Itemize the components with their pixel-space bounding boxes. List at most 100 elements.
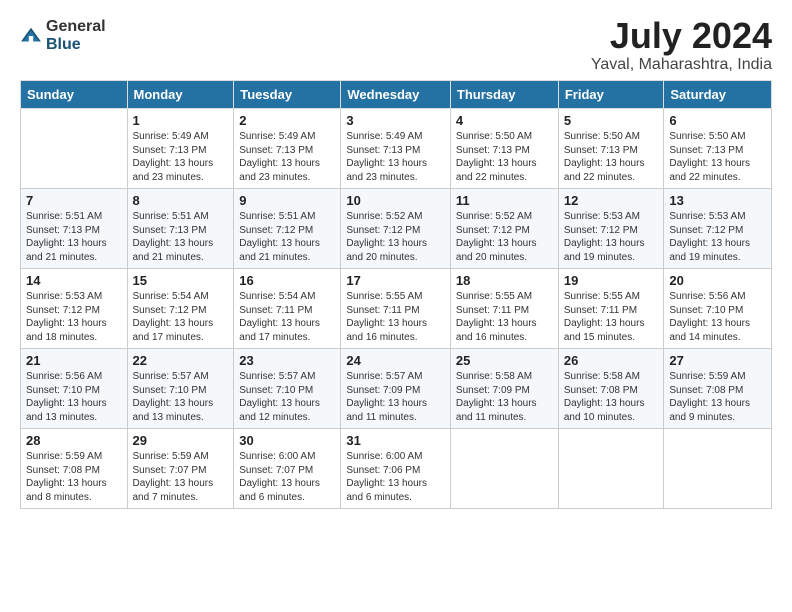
week-row-3: 14 Sunrise: 5:53 AM Sunset: 7:12 PM Dayli… bbox=[21, 269, 772, 349]
calendar-cell-w1-d6: 5 Sunrise: 5:50 AM Sunset: 7:13 PM Daylig… bbox=[558, 109, 664, 189]
day-info: Sunrise: 5:52 AM Sunset: 7:12 PM Dayligh… bbox=[456, 210, 553, 264]
header-wednesday: Wednesday bbox=[341, 81, 451, 109]
day-number: 27 bbox=[669, 353, 766, 368]
weekday-header-row: Sunday Monday Tuesday Wednesday Thursday… bbox=[21, 81, 772, 109]
day-number: 22 bbox=[133, 353, 229, 368]
week-row-5: 28Sunrise: 5:59 AM Sunset: 7:08 PM Dayli… bbox=[21, 429, 772, 509]
day-number: 26 bbox=[564, 353, 659, 368]
calendar-cell-w4-d3: 23 Sunrise: 5:57 AM Sunset: 7:10 PM Dayli… bbox=[234, 349, 341, 429]
day-info: Sunrise: 5:50 AM Sunset: 7:13 PM Dayligh… bbox=[456, 130, 553, 184]
day-info: Sunrise: 5:55 AM Sunset: 7:11 PM Dayligh… bbox=[564, 290, 659, 344]
day-number: 3 bbox=[346, 113, 445, 128]
day-info: Sunrise: 5:49 AM Sunset: 7:13 PM Dayligh… bbox=[133, 130, 229, 184]
calendar-cell-w2-d7: 13 Sunrise: 5:53 AM Sunset: 7:12 PM Dayli… bbox=[664, 189, 772, 269]
header: General Blue July 2024 Yaval, Maharashtr… bbox=[20, 18, 772, 74]
calendar-cell-w3-d6: 19 Sunrise: 5:55 AM Sunset: 7:11 PM Dayli… bbox=[558, 269, 664, 349]
day-info: Sunrise: 5:57 AM Sunset: 7:10 PM Dayligh… bbox=[133, 370, 229, 424]
calendar-cell-w4-d1: 21 Sunrise: 5:56 AM Sunset: 7:10 PM Dayli… bbox=[21, 349, 128, 429]
day-info: Sunrise: 5:57 AM Sunset: 7:10 PM Dayligh… bbox=[239, 370, 335, 424]
day-info: Sunrise: 5:56 AM Sunset: 7:10 PM Dayligh… bbox=[26, 370, 122, 424]
day-info: Sunrise: 5:53 AM Sunset: 7:12 PM Dayligh… bbox=[564, 210, 659, 264]
calendar-cell-w3-d3: 16 Sunrise: 5:54 AM Sunset: 7:11 PM Dayli… bbox=[234, 269, 341, 349]
day-number: 13 bbox=[669, 193, 766, 208]
header-thursday: Thursday bbox=[450, 81, 558, 109]
location-subtitle: Yaval, Maharashtra, India bbox=[591, 56, 772, 74]
header-sunday: Sunday bbox=[21, 81, 128, 109]
day-number: 11 bbox=[456, 193, 553, 208]
calendar-cell-w5-d4: 31Sunrise: 6:00 AM Sunset: 7:06 PM Dayli… bbox=[341, 429, 451, 509]
day-info: Sunrise: 5:54 AM Sunset: 7:12 PM Dayligh… bbox=[133, 290, 229, 344]
day-number: 14 bbox=[26, 273, 122, 288]
calendar-cell-w3-d5: 18 Sunrise: 5:55 AM Sunset: 7:11 PM Dayli… bbox=[450, 269, 558, 349]
day-info: Sunrise: 5:53 AM Sunset: 7:12 PM Dayligh… bbox=[26, 290, 122, 344]
day-number: 12 bbox=[564, 193, 659, 208]
calendar-cell-w3-d7: 20Sunrise: 5:56 AM Sunset: 7:10 PM Dayli… bbox=[664, 269, 772, 349]
day-number: 6 bbox=[669, 113, 766, 128]
calendar-cell-w1-d1 bbox=[21, 109, 128, 189]
calendar-cell-w3-d4: 17 Sunrise: 5:55 AM Sunset: 7:11 PM Dayli… bbox=[341, 269, 451, 349]
day-number: 8 bbox=[133, 193, 229, 208]
day-number: 1 bbox=[133, 113, 229, 128]
day-info: Sunrise: 5:50 AM Sunset: 7:13 PM Dayligh… bbox=[564, 130, 659, 184]
calendar-cell-w4-d6: 26 Sunrise: 5:58 AM Sunset: 7:08 PM Dayli… bbox=[558, 349, 664, 429]
week-row-1: 1 Sunrise: 5:49 AM Sunset: 7:13 PM Daylig… bbox=[21, 109, 772, 189]
day-number: 15 bbox=[133, 273, 229, 288]
day-number: 23 bbox=[239, 353, 335, 368]
calendar-cell-w4-d2: 22 Sunrise: 5:57 AM Sunset: 7:10 PM Dayli… bbox=[127, 349, 234, 429]
calendar-cell-w4-d7: 27Sunrise: 5:59 AM Sunset: 7:08 PM Dayli… bbox=[664, 349, 772, 429]
day-number: 28 bbox=[26, 433, 122, 448]
day-info: Sunrise: 5:58 AM Sunset: 7:09 PM Dayligh… bbox=[456, 370, 553, 424]
calendar-cell-w1-d7: 6 Sunrise: 5:50 AM Sunset: 7:13 PM Daylig… bbox=[664, 109, 772, 189]
logo-general-label: General bbox=[46, 18, 106, 36]
day-info: Sunrise: 5:49 AM Sunset: 7:13 PM Dayligh… bbox=[346, 130, 445, 184]
header-friday: Friday bbox=[558, 81, 664, 109]
day-number: 30 bbox=[239, 433, 335, 448]
day-number: 19 bbox=[564, 273, 659, 288]
calendar-cell-w2-d5: 11 Sunrise: 5:52 AM Sunset: 7:12 PM Dayli… bbox=[450, 189, 558, 269]
calendar-cell-w1-d4: 3 Sunrise: 5:49 AM Sunset: 7:13 PM Daylig… bbox=[341, 109, 451, 189]
calendar-cell-w2-d4: 10Sunrise: 5:52 AM Sunset: 7:12 PM Dayli… bbox=[341, 189, 451, 269]
header-monday: Monday bbox=[127, 81, 234, 109]
month-year-title: July 2024 bbox=[591, 18, 772, 54]
day-number: 4 bbox=[456, 113, 553, 128]
calendar-cell-w2-d1: 7Sunrise: 5:51 AM Sunset: 7:13 PM Daylig… bbox=[21, 189, 128, 269]
day-info: Sunrise: 5:53 AM Sunset: 7:12 PM Dayligh… bbox=[669, 210, 766, 264]
day-info: Sunrise: 5:51 AM Sunset: 7:12 PM Dayligh… bbox=[239, 210, 335, 264]
day-number: 24 bbox=[346, 353, 445, 368]
title-block: July 2024 Yaval, Maharashtra, India bbox=[591, 18, 772, 74]
day-number: 16 bbox=[239, 273, 335, 288]
calendar-cell-w5-d3: 30Sunrise: 6:00 AM Sunset: 7:07 PM Dayli… bbox=[234, 429, 341, 509]
day-number: 7 bbox=[26, 193, 122, 208]
day-info: Sunrise: 5:58 AM Sunset: 7:08 PM Dayligh… bbox=[564, 370, 659, 424]
logo-blue-label: Blue bbox=[46, 36, 106, 54]
page: General Blue July 2024 Yaval, Maharashtr… bbox=[0, 0, 792, 519]
day-number: 21 bbox=[26, 353, 122, 368]
day-info: Sunrise: 5:57 AM Sunset: 7:09 PM Dayligh… bbox=[346, 370, 445, 424]
header-saturday: Saturday bbox=[664, 81, 772, 109]
logo-icon bbox=[20, 25, 42, 47]
calendar-cell-w5-d5 bbox=[450, 429, 558, 509]
day-number: 5 bbox=[564, 113, 659, 128]
day-info: Sunrise: 5:52 AM Sunset: 7:12 PM Dayligh… bbox=[346, 210, 445, 264]
day-info: Sunrise: 5:55 AM Sunset: 7:11 PM Dayligh… bbox=[346, 290, 445, 344]
calendar-cell-w1-d5: 4 Sunrise: 5:50 AM Sunset: 7:13 PM Daylig… bbox=[450, 109, 558, 189]
day-info: Sunrise: 5:59 AM Sunset: 7:07 PM Dayligh… bbox=[133, 450, 229, 504]
week-row-4: 21 Sunrise: 5:56 AM Sunset: 7:10 PM Dayli… bbox=[21, 349, 772, 429]
calendar-cell-w5-d7 bbox=[664, 429, 772, 509]
logo: General Blue bbox=[20, 18, 106, 53]
day-number: 18 bbox=[456, 273, 553, 288]
day-info: Sunrise: 5:50 AM Sunset: 7:13 PM Dayligh… bbox=[669, 130, 766, 184]
day-number: 31 bbox=[346, 433, 445, 448]
header-tuesday: Tuesday bbox=[234, 81, 341, 109]
day-number: 17 bbox=[346, 273, 445, 288]
calendar-cell-w2-d3: 9Sunrise: 5:51 AM Sunset: 7:12 PM Daylig… bbox=[234, 189, 341, 269]
calendar-cell-w2-d6: 12 Sunrise: 5:53 AM Sunset: 7:12 PM Dayli… bbox=[558, 189, 664, 269]
calendar-cell-w4-d5: 25Sunrise: 5:58 AM Sunset: 7:09 PM Dayli… bbox=[450, 349, 558, 429]
day-info: Sunrise: 5:54 AM Sunset: 7:11 PM Dayligh… bbox=[239, 290, 335, 344]
day-info: Sunrise: 5:49 AM Sunset: 7:13 PM Dayligh… bbox=[239, 130, 335, 184]
calendar-cell-w1-d2: 1 Sunrise: 5:49 AM Sunset: 7:13 PM Daylig… bbox=[127, 109, 234, 189]
day-info: Sunrise: 5:51 AM Sunset: 7:13 PM Dayligh… bbox=[133, 210, 229, 264]
day-number: 20 bbox=[669, 273, 766, 288]
day-info: Sunrise: 5:55 AM Sunset: 7:11 PM Dayligh… bbox=[456, 290, 553, 344]
logo-text: General Blue bbox=[46, 18, 106, 53]
